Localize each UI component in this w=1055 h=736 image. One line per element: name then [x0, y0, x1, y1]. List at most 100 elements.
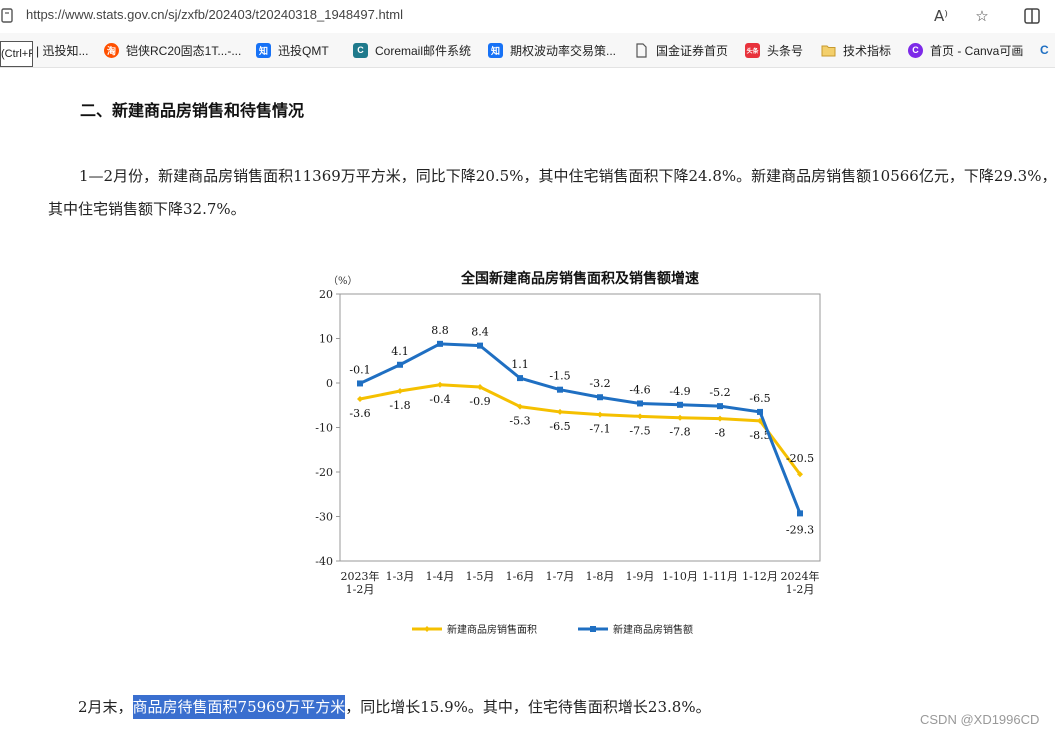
- y-tick-label: -10: [315, 422, 333, 435]
- canva-icon: C: [908, 42, 923, 58]
- data-point: [357, 380, 363, 387]
- data-point: [557, 386, 563, 393]
- x-tick-label: 1-9月: [626, 570, 655, 583]
- data-point: [797, 510, 803, 517]
- bookmark-label: 国金证券首页: [656, 43, 729, 58]
- line-chart: 全国新建商品房销售面积及销售额增速 （%）20 10 0 -10 -20 -30 -40 202…: [315, 270, 821, 636]
- data-label: -3.2: [589, 377, 610, 390]
- data-label: 4.1: [391, 345, 409, 358]
- data-point: [397, 361, 403, 368]
- data-label: -4.9: [669, 385, 690, 398]
- series-line: [359, 383, 802, 476]
- paragraph: 1—2月份，新建商品房销售面积11369万平方米，同比下降20.5%，其中住宅销…: [48, 167, 1055, 218]
- bookmark-item[interactable]: 知 迅投QMT: [256, 41, 329, 59]
- data-point: [717, 415, 723, 422]
- x-tick-label: 1-6月: [506, 570, 535, 583]
- x-tick-label: 2023年: [341, 569, 380, 583]
- data-label: -6.5: [549, 420, 570, 433]
- site-info-icon[interactable]: [0, 6, 14, 24]
- bookmark-label: | 迅投知...: [36, 43, 89, 58]
- bookmark-item[interactable]: 知 期权波动率交易策...: [488, 41, 616, 59]
- legend-label: 新建商品房销售额: [613, 623, 693, 636]
- data-label: -5.3: [509, 415, 530, 428]
- y-tick-label: 0: [326, 377, 333, 390]
- bookmark-item[interactable]: C Coremail邮件系统: [353, 41, 471, 59]
- plot-frame: [339, 293, 821, 562]
- data-point: [397, 388, 403, 395]
- zhihu-icon: 知: [256, 42, 271, 58]
- favorite-star-icon[interactable]: ☆: [971, 5, 993, 27]
- data-label: -1.8: [389, 399, 410, 412]
- data-point: [597, 394, 603, 401]
- bookmark-label: 首页 - Canva可画: [930, 43, 1024, 58]
- y-tick-label: 20: [319, 288, 333, 301]
- x-tick-label: 1-10月: [662, 570, 698, 583]
- bookmark-label: 期权波动率交易策...: [510, 43, 617, 58]
- data-point: [637, 413, 643, 420]
- bookmark-item[interactable]: 国金证券首页: [634, 41, 728, 59]
- data-point: [477, 342, 483, 349]
- data-label: -3.6: [349, 407, 370, 420]
- bookmark-item[interactable]: 技术指标: [821, 41, 891, 59]
- data-label: 8.8: [431, 324, 449, 337]
- data-label: -0.1: [349, 363, 370, 376]
- data-label: -7.8: [669, 426, 690, 439]
- x-tick-label: 1-4月: [426, 570, 455, 583]
- watermark: CSDN @XD1996CD: [920, 712, 1040, 727]
- address-bar: https://www.stats.gov.cn/sj/zxfb/202403/…: [0, 0, 1055, 33]
- folder-icon: [821, 45, 836, 56]
- url-field[interactable]: https://www.stats.gov.cn/sj/zxfb/202403/…: [26, 7, 403, 22]
- bookmark-item[interactable]: 头条 头条号: [745, 41, 803, 59]
- bookmarks-bar: | 迅投知... 淘 铠侠RC20固态1T...-... 知 迅投QMT C C…: [0, 33, 1055, 68]
- data-label: -6.5: [749, 392, 770, 405]
- data-label: 1.1: [511, 358, 529, 371]
- bookmark-item[interactable]: C 首页 - Canva可画: [908, 41, 1023, 59]
- data-label: -8: [715, 427, 726, 440]
- x-tick-label: 1-3月: [386, 570, 415, 583]
- paragraph: 2月末，商品房待售面积75969万平方米，同比增长15.9%。其中，住宅待售面积…: [78, 695, 711, 719]
- x-tick-label: 2024年: [781, 569, 820, 583]
- data-label: -5.2: [709, 386, 730, 399]
- data-point: [677, 414, 683, 421]
- bookmark-label: Coremail邮件系统: [375, 43, 472, 58]
- page-icon: [636, 42, 647, 58]
- x-tick-label: 1-5月: [466, 570, 495, 583]
- x-tick-label: 1-11月: [702, 570, 738, 583]
- selected-text[interactable]: 商品房待售面积75969万平方米: [132, 695, 346, 719]
- data-point: [357, 396, 363, 403]
- read-aloud-icon[interactable]: A⁾: [930, 5, 952, 27]
- paragraph-text: ，同比增长15.9%。其中，住宅待售面积增长23.8%。: [345, 698, 711, 716]
- taobao-icon: 淘: [104, 42, 119, 58]
- y-tick-label: 10: [319, 333, 333, 346]
- data-point: [437, 381, 443, 388]
- split-screen-icon[interactable]: [1022, 6, 1042, 26]
- data-point: [637, 400, 643, 407]
- more-bookmarks-icon[interactable]: C: [1040, 41, 1049, 59]
- x-tick-label: 1-12月: [742, 570, 778, 583]
- data-label: -29.3: [786, 523, 814, 536]
- data-point: [557, 408, 563, 415]
- tooltip: (Ctrl+R): [0, 41, 33, 67]
- bookmark-label: 迅投QMT: [278, 43, 329, 58]
- data-label: -20.5: [786, 452, 814, 465]
- data-label: 8.4: [471, 326, 489, 339]
- x-tick-label: 1-2月: [346, 583, 375, 596]
- data-point: [597, 411, 603, 418]
- data-point: [717, 403, 723, 410]
- toutiao-icon: 头条: [745, 42, 760, 58]
- data-label: -4.6: [629, 383, 650, 396]
- zhihu-icon: 知: [488, 42, 503, 58]
- bookmark-label: 技术指标: [843, 43, 892, 58]
- x-tick-label: 1-2月: [786, 583, 815, 596]
- chart-title: 全国新建商品房销售面积及销售额增速: [460, 270, 699, 287]
- bookmark-item[interactable]: | 迅投知...: [36, 41, 88, 59]
- coremail-icon: C: [353, 42, 368, 58]
- data-label: -0.9: [469, 395, 490, 408]
- bookmark-item[interactable]: 淘 铠侠RC20固态1T...-...: [104, 41, 241, 59]
- data-label: -7.5: [629, 424, 650, 437]
- data-point: [757, 408, 763, 415]
- paragraph-text: 2月末，: [78, 698, 133, 716]
- y-tick-label: -20: [315, 466, 333, 479]
- data-label: -7.1: [589, 423, 610, 436]
- x-tick-label: 1-8月: [586, 570, 615, 583]
